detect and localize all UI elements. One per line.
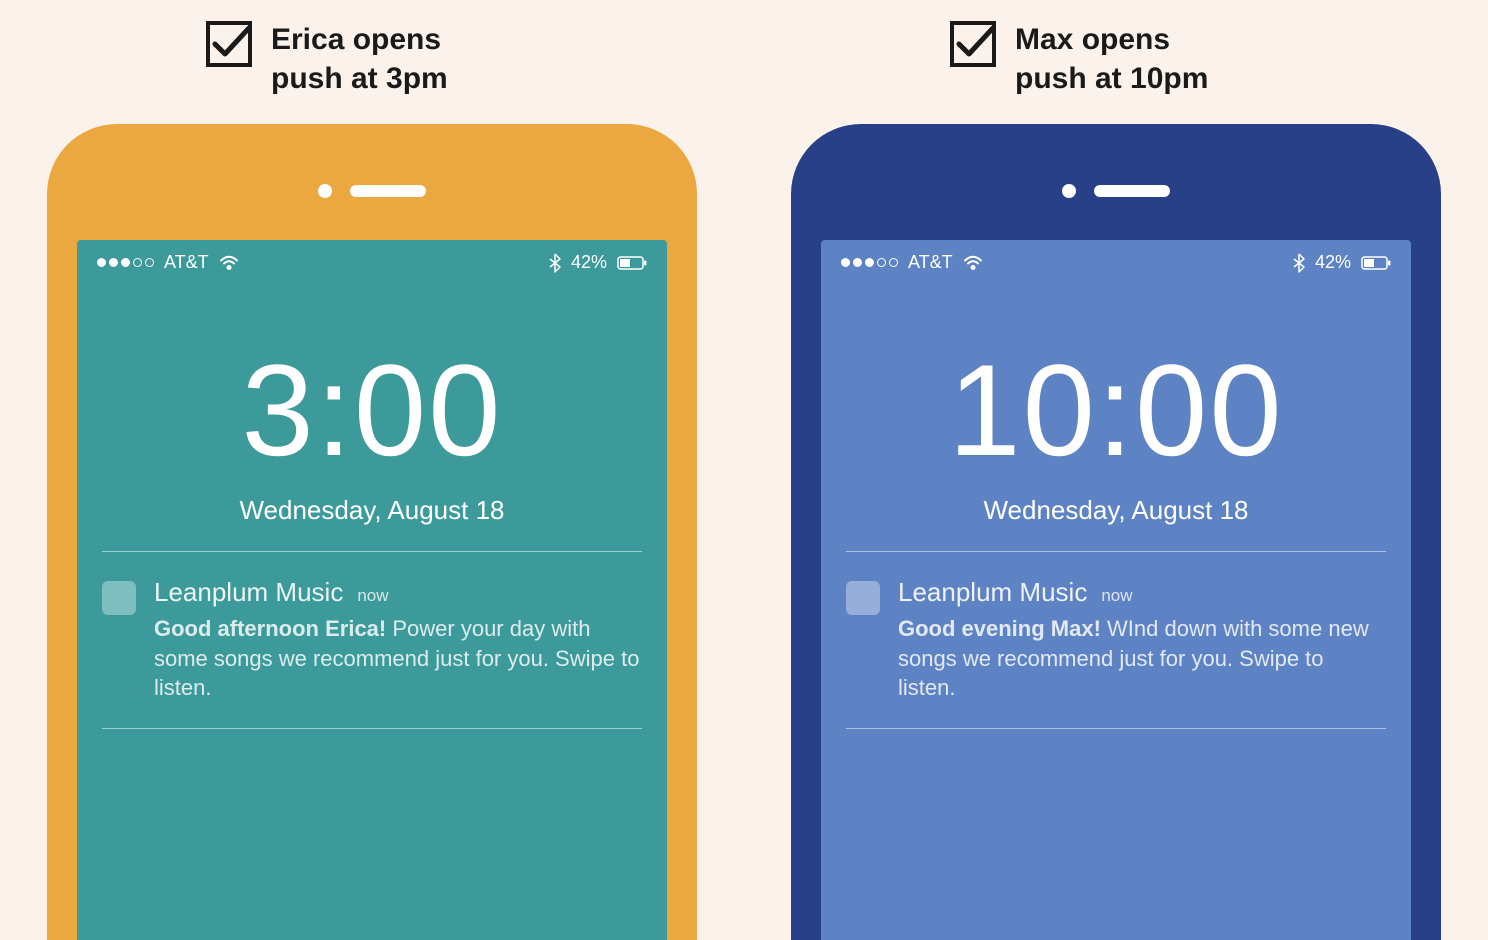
notification-content: Leanplum Music now Good afternoon Erica!… bbox=[154, 577, 642, 703]
push-notification[interactable]: Leanplum Music now Good evening Max! WIn… bbox=[846, 577, 1386, 703]
phone-top-hardware bbox=[77, 184, 667, 198]
signal-strength-icon bbox=[841, 258, 898, 267]
notification-app-icon bbox=[846, 581, 880, 615]
notification-app-name: Leanplum Music bbox=[898, 577, 1087, 608]
carrier-label: AT&T bbox=[164, 252, 209, 273]
caption-text: Erica opens push at 3pm bbox=[271, 20, 448, 98]
bluetooth-icon bbox=[1293, 253, 1305, 273]
notification-when: now bbox=[357, 586, 388, 606]
phone-camera-icon bbox=[1062, 184, 1076, 198]
notification-body-bold: Good afternoon Erica! bbox=[154, 616, 386, 641]
signal-strength-icon bbox=[97, 258, 154, 267]
notification-app-icon bbox=[102, 581, 136, 615]
notification-header: Leanplum Music now bbox=[154, 577, 642, 608]
carrier-label: AT&T bbox=[908, 252, 953, 273]
column-erica: Erica opens push at 3pm bbox=[30, 20, 714, 940]
phone-frame-max: AT&T bbox=[791, 124, 1441, 940]
lock-screen-date: Wednesday, August 18 bbox=[77, 495, 667, 526]
phone-screen-max: AT&T bbox=[821, 240, 1411, 940]
divider bbox=[102, 551, 642, 552]
wifi-icon bbox=[963, 255, 983, 271]
notification-content: Leanplum Music now Good evening Max! WIn… bbox=[898, 577, 1386, 703]
notification-app-name: Leanplum Music bbox=[154, 577, 343, 608]
phone-camera-icon bbox=[318, 184, 332, 198]
lock-screen-date: Wednesday, August 18 bbox=[821, 495, 1411, 526]
column-max: Max opens push at 10pm bbox=[774, 20, 1458, 940]
caption-erica: Erica opens push at 3pm bbox=[205, 20, 448, 98]
wifi-icon bbox=[219, 255, 239, 271]
phone-screen-erica: AT&T bbox=[77, 240, 667, 940]
battery-icon bbox=[1361, 256, 1391, 270]
divider bbox=[846, 551, 1386, 552]
caption-max: Max opens push at 10pm bbox=[949, 20, 1208, 98]
phone-frame-erica: AT&T bbox=[47, 124, 697, 940]
lock-screen-time: 10:00 bbox=[821, 345, 1411, 475]
status-right: 42% bbox=[1293, 252, 1391, 273]
push-notification[interactable]: Leanplum Music now Good afternoon Erica!… bbox=[102, 577, 642, 703]
divider bbox=[102, 728, 642, 729]
status-left: AT&T bbox=[841, 252, 983, 273]
bluetooth-icon bbox=[549, 253, 561, 273]
notification-when: now bbox=[1101, 586, 1132, 606]
phone-speaker-icon bbox=[350, 185, 426, 197]
notification-body: Good afternoon Erica! Power your day wit… bbox=[154, 614, 642, 703]
status-right: 42% bbox=[549, 252, 647, 273]
battery-percent: 42% bbox=[1315, 252, 1351, 273]
phone-top-hardware bbox=[821, 184, 1411, 198]
caption-text: Max opens push at 10pm bbox=[1015, 20, 1208, 98]
phone-speaker-icon bbox=[1094, 185, 1170, 197]
notification-body: Good evening Max! WInd down with some ne… bbox=[898, 614, 1386, 703]
battery-percent: 42% bbox=[571, 252, 607, 273]
notification-header: Leanplum Music now bbox=[898, 577, 1386, 608]
divider bbox=[846, 728, 1386, 729]
checkbox-checked-icon bbox=[949, 20, 997, 68]
checkbox-checked-icon bbox=[205, 20, 253, 68]
status-bar: AT&T bbox=[821, 240, 1411, 285]
status-bar: AT&T bbox=[77, 240, 667, 285]
lock-screen-time: 3:00 bbox=[77, 345, 667, 475]
status-left: AT&T bbox=[97, 252, 239, 273]
diagram-container: Erica opens push at 3pm bbox=[0, 0, 1488, 878]
notification-body-bold: Good evening Max! bbox=[898, 616, 1101, 641]
battery-icon bbox=[617, 256, 647, 270]
